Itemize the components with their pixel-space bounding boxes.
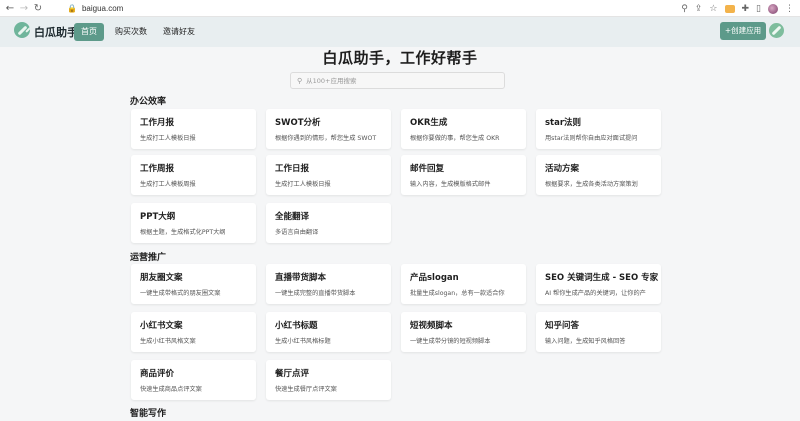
back-arrow-icon[interactable]: ← — [3, 0, 17, 17]
app-card-ppt-outline[interactable]: PPT大纲 根据主题，生成格式化PPT大纲 — [131, 203, 256, 243]
card-title: 知乎问答 — [545, 321, 580, 331]
card-desc: 快速生成餐厅点评文案 — [275, 386, 337, 393]
card-title: SEO 关键词生成 - SEO 专家 — [545, 273, 659, 283]
app-card-zhihu-qa[interactable]: 知乎问答 输入问题，生成知乎风格回答 — [536, 312, 661, 352]
card-title: 工作月报 — [140, 118, 175, 128]
app-card-okr[interactable]: OKR生成 根据你要做的事，帮您生成 OKR — [401, 109, 526, 149]
card-desc: 多语言自由翻译 — [275, 229, 319, 236]
card-desc: 输入内容，生成模版格式邮件 — [410, 181, 491, 188]
card-desc: 生成小红书风格文案 — [140, 338, 196, 345]
app-card-moments-copy[interactable]: 朋友圈文案 一键生成带格式的朋友圈文案 — [131, 264, 256, 304]
nav-invite-friends[interactable]: 邀请好友 — [156, 23, 202, 41]
card-desc: 根据主题，生成格式化PPT大纲 — [140, 229, 226, 236]
card-title: 朋友圈文案 — [140, 273, 183, 283]
app-card-swot[interactable]: SWOT分析 根据你遇到的情形，帮您生成 SWOT — [266, 109, 391, 149]
create-app-button[interactable]: +创建应用 — [720, 22, 766, 40]
card-desc: 一键生成带分镜的短视频脚本 — [410, 338, 491, 345]
card-title: 产品slogan — [410, 273, 459, 283]
card-desc: 一键生成完整的直播带货脚本 — [275, 290, 356, 297]
card-desc: 生成打工人模板日报 — [140, 135, 196, 142]
card-desc: 根据要求，生成各类活动方案策划 — [545, 181, 638, 188]
card-title: 工作日报 — [275, 164, 310, 174]
app-card-translate[interactable]: 全能翻译 多语言自由翻译 — [266, 203, 391, 243]
app-card-product-review[interactable]: 商品评价 快速生成商品点评文案 — [131, 360, 256, 400]
card-desc: 快速生成商品点评文案 — [140, 386, 202, 393]
app-card-slogan[interactable]: 产品slogan 批量生成slogan，总有一款适合你 — [401, 264, 526, 304]
user-avatar[interactable] — [769, 23, 784, 38]
sidebar-toggle-icon[interactable]: ▯ — [756, 4, 761, 14]
extensions-puzzle-icon[interactable]: ✚ — [742, 4, 750, 14]
app-card-event-plan[interactable]: 活动方案 根据要求，生成各类活动方案策划 — [536, 155, 661, 195]
card-desc: 一键生成带格式的朋友圈文案 — [140, 290, 221, 297]
card-title: 活动方案 — [545, 164, 580, 174]
card-title: 邮件回复 — [410, 164, 445, 174]
app-card-xhs-copy[interactable]: 小红书文案 生成小红书风格文案 — [131, 312, 256, 352]
card-desc: 用star法则帮你自由应对面试提问 — [545, 135, 638, 142]
extension-icon[interactable] — [724, 4, 735, 13]
bookmark-star-icon[interactable]: ☆ — [709, 4, 717, 14]
address-bar[interactable]: baigua.com — [82, 4, 123, 13]
card-title: star法则 — [545, 118, 582, 128]
card-desc: 输入问题，生成知乎风格回答 — [545, 338, 626, 345]
app-card-short-video-script[interactable]: 短视频脚本 一键生成带分镜的短视频脚本 — [401, 312, 526, 352]
card-title: 工作周报 — [140, 164, 175, 174]
browser-toolbar: ← → ↻ 🔒 baigua.com ⚲ ⇪ ☆ ✚ ▯ ⋮ — [0, 0, 800, 17]
search-icon: ⚲ — [297, 76, 303, 85]
forward-arrow-icon[interactable]: → — [17, 0, 31, 17]
card-desc: 生成打工人模板日报 — [275, 181, 331, 188]
card-title: 直播带货脚本 — [275, 273, 327, 283]
card-title: 商品评价 — [140, 369, 175, 379]
browser-actions: ⚲ ⇪ ☆ ✚ ▯ ⋮ — [681, 0, 794, 17]
card-title: PPT大纲 — [140, 212, 176, 222]
nav-home[interactable]: 首页 — [74, 23, 104, 41]
brand-logo-icon[interactable] — [14, 22, 30, 38]
section-title-office: 办公效率 — [130, 97, 167, 107]
app-card-seo-keywords[interactable]: SEO 关键词生成 - SEO 专家 AI 帮你生成产品的关键词，让你的产 — [536, 264, 661, 304]
app-header: 白瓜助手 首页 购买次数 邀请好友 +创建应用 — [0, 17, 800, 47]
section-title-writing: 智能写作 — [130, 409, 167, 419]
search-input[interactable] — [306, 76, 487, 85]
card-desc: AI 帮你生成产品的关键词，让你的产 — [545, 290, 646, 297]
card-desc: 根据你遇到的情形，帮您生成 SWOT — [275, 135, 377, 142]
app-card-monthly-report[interactable]: 工作月报 生成打工人模板日报 — [131, 109, 256, 149]
card-desc: 生成小红书风格标题 — [275, 338, 331, 345]
reload-icon[interactable]: ↻ — [31, 0, 45, 17]
card-title: OKR生成 — [410, 118, 448, 128]
card-desc: 批量生成slogan，总有一款适合你 — [410, 290, 505, 297]
search-box[interactable]: ⚲ — [290, 72, 505, 89]
card-title: 小红书文案 — [140, 321, 183, 331]
app-card-xhs-title[interactable]: 小红书标题 生成小红书风格标题 — [266, 312, 391, 352]
card-title: 全能翻译 — [275, 212, 310, 222]
section-title-marketing: 运营推广 — [130, 253, 167, 263]
app-card-star[interactable]: star法则 用star法则帮你自由应对面试提问 — [536, 109, 661, 149]
zoom-icon[interactable]: ⚲ — [681, 4, 688, 14]
card-title: 餐厅点评 — [275, 369, 310, 379]
lock-icon[interactable]: 🔒 — [67, 4, 77, 13]
card-desc: 根据你要做的事，帮您生成 OKR — [410, 135, 500, 142]
card-title: 小红书标题 — [275, 321, 318, 331]
app-card-email-reply[interactable]: 邮件回复 输入内容，生成模版格式邮件 — [401, 155, 526, 195]
app-card-livestream-script[interactable]: 直播带货脚本 一键生成完整的直播带货脚本 — [266, 264, 391, 304]
nav-buy-credits[interactable]: 购买次数 — [108, 23, 154, 41]
card-desc: 生成打工人模板周报 — [140, 181, 196, 188]
share-icon[interactable]: ⇪ — [695, 4, 703, 14]
browser-menu-icon[interactable]: ⋮ — [785, 4, 794, 14]
profile-avatar[interactable] — [768, 3, 778, 14]
app-card-weekly-report[interactable]: 工作周报 生成打工人模板周报 — [131, 155, 256, 195]
page-title: 白瓜助手，工作好帮手 — [322, 49, 478, 67]
app-card-daily-report[interactable]: 工作日报 生成打工人模板日报 — [266, 155, 391, 195]
card-title: 短视频脚本 — [410, 321, 453, 331]
app-card-restaurant-review[interactable]: 餐厅点评 快速生成餐厅点评文案 — [266, 360, 391, 400]
card-title: SWOT分析 — [275, 118, 321, 128]
brand-name[interactable]: 白瓜助手 — [34, 24, 78, 40]
